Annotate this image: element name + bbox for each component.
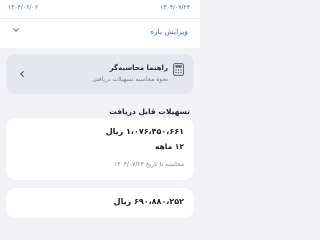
- guide-subtitle: نحوه محاسبه تسهیلات دریافتی: [91, 76, 168, 83]
- edit-period-label: ویرایش بازه: [150, 27, 188, 36]
- facility-amount: ۱،۰۷۶،۴۵۰،۶۶۱ ریال: [105, 127, 184, 136]
- section-title: تسهیلات قابل دریافت: [109, 107, 190, 116]
- start-date: ۱۴۰۴/۰۷/۲۳: [160, 4, 190, 11]
- guide-title: راهنما محاسبه‌گر: [109, 64, 168, 72]
- facility-card[interactable]: ۶۹۰،۸۸۰،۲۵۲ ریال: [6, 188, 194, 218]
- facility-amount: ۶۹۰،۸۸۰،۲۵۲ ریال: [113, 197, 184, 206]
- chevron-down-icon: [13, 28, 19, 32]
- facility-calc-note: محاسبه تا تاریخ ۱۴۰۴/۰۷/۲۳: [114, 161, 184, 168]
- edit-period-button[interactable]: ویرایش بازه: [0, 22, 200, 42]
- divider: [0, 18, 200, 19]
- chevron-left-icon: [20, 71, 24, 77]
- end-date: ۱۴۰۴/۰۶/۰۶: [8, 4, 38, 11]
- calculator-icon: [173, 63, 184, 76]
- facility-card[interactable]: ۱،۰۷۶،۴۵۰،۶۶۱ ریال ۱۲ ماهه محاسبه تا تار…: [6, 118, 194, 180]
- date-range-header: ۱۴۰۴/۰۶/۰۶ ۱۴۰۴/۰۷/۲۳ ویرایش بازه: [0, 0, 200, 48]
- facility-term: ۱۲ ماهه: [155, 142, 184, 151]
- calculator-guide-card[interactable]: راهنما محاسبه‌گر نحوه محاسبه تسهیلات دری…: [6, 54, 194, 94]
